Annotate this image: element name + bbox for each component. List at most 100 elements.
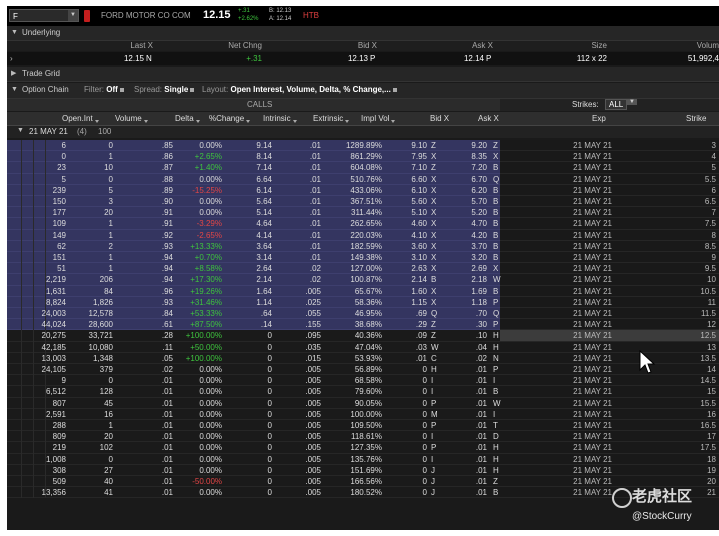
dropdown-icon[interactable] bbox=[190, 88, 195, 92]
bid-cell[interactable]: 0 bbox=[423, 375, 427, 386]
table-row[interactable]: 809 20.01 0.00% 0.005 118.61% 0 I .01 D 21 MAY 21… bbox=[7, 431, 719, 443]
chevron-down-icon[interactable]: ▼ bbox=[17, 127, 24, 134]
spread-control[interactable]: Spread: Single bbox=[134, 83, 195, 97]
ask-cell[interactable]: 1.69 bbox=[471, 286, 487, 297]
ask-cell[interactable]: .01 bbox=[476, 431, 487, 442]
bid-cell[interactable]: .29 bbox=[416, 319, 427, 330]
bid-cell[interactable]: 1.60 bbox=[411, 286, 427, 297]
ask-cell[interactable]: 2.18 bbox=[471, 274, 487, 285]
table-row[interactable]: 2,591 16.01 0.00% 0.005 100.00% 0 M .01 I 21 MAY … bbox=[7, 408, 719, 420]
ask-cell[interactable]: 9.20 bbox=[471, 140, 487, 151]
bid-cell[interactable]: 9.10 bbox=[411, 140, 427, 151]
chevron-right-icon[interactable]: ▶ bbox=[11, 67, 16, 81]
ask-cell[interactable]: .01 bbox=[476, 364, 487, 375]
filter-value[interactable]: Off bbox=[106, 85, 118, 94]
ask-cell[interactable]: .01 bbox=[476, 386, 487, 397]
col-strike[interactable]: Strike bbox=[686, 114, 706, 123]
table-row[interactable]: 1,631 84 .96 +19.26% 1.64 .005 65.67% 1.60 X 1.69… bbox=[7, 285, 719, 297]
col-expiration[interactable]: Exp bbox=[592, 114, 606, 123]
table-row[interactable]: 24,003 12,578 .84 +53.33% .64 .055 46.95% .69 Q.… bbox=[7, 308, 719, 320]
ask-cell[interactable]: .01 bbox=[476, 409, 487, 420]
ask-cell[interactable]: 5.70 bbox=[471, 196, 487, 207]
bid-cell[interactable]: 5.10 bbox=[411, 207, 427, 218]
col-percent-change[interactable]: %Change bbox=[209, 114, 251, 123]
table-row[interactable]: 2,219 206 .94 +17.30% 2.14 .02 100.87% 2.14 B 2.1… bbox=[7, 274, 719, 286]
table-row[interactable]: 62 2 .93 +13.33% 3.64 .01 182.59% 3.60 X 3.70 B 21 … bbox=[7, 240, 719, 252]
ask-cell[interactable]: 6.20 bbox=[471, 185, 487, 196]
bid-cell[interactable]: 0 bbox=[423, 398, 427, 409]
ask-cell[interactable]: 6.70 bbox=[471, 174, 487, 185]
bid-cell[interactable]: 0 bbox=[423, 364, 427, 375]
col-ask-x[interactable]: Ask X bbox=[478, 114, 499, 123]
table-row[interactable]: 1,008 0.01 0.00% 0.005 135.76% 0 I .01 H 21 MAY 2… bbox=[7, 453, 719, 465]
bid-cell[interactable]: 3.60 bbox=[411, 241, 427, 252]
table-row[interactable]: 149 1 .92 -2.65% 4.14 .01 220.03% 4.10 X 4.20 B 21 … bbox=[7, 229, 719, 241]
ask-cell[interactable]: .01 bbox=[476, 454, 487, 465]
col-extrinsic[interactable]: Extrinsic bbox=[313, 114, 350, 123]
ask-cell[interactable]: .01 bbox=[476, 442, 487, 453]
ask-cell[interactable]: 1.18 bbox=[471, 297, 487, 308]
spread-value[interactable]: Single bbox=[164, 85, 188, 94]
bid-cell[interactable]: 7.10 bbox=[411, 162, 427, 173]
bid-cell[interactable]: 5.60 bbox=[411, 196, 427, 207]
ask-cell[interactable]: .01 bbox=[476, 375, 487, 386]
bid-cell[interactable]: 2.63 bbox=[411, 263, 427, 274]
table-row[interactable]: 8,824 1,826 .93 +31.46% 1.14 .025 58.36% 1.15 X 1… bbox=[7, 296, 719, 308]
bid-cell[interactable]: 0 bbox=[423, 476, 427, 487]
table-row[interactable]: 177 20 .91 0.00% 5.14 .01 311.44% 5.10 X 5.20 B 21 … bbox=[7, 207, 719, 219]
ask-cell[interactable]: 2.69 bbox=[471, 263, 487, 274]
ask-cell[interactable]: 8.35 bbox=[471, 151, 487, 162]
ask-cell[interactable]: .01 bbox=[476, 487, 487, 498]
bid-cell[interactable]: 6.60 bbox=[411, 174, 427, 185]
ask-cell[interactable]: 4.20 bbox=[471, 230, 487, 241]
bid-cell[interactable]: 4.60 bbox=[411, 218, 427, 229]
table-row[interactable]: 0 1 .86 +2.65% 8.14 .01 861.29% 7.95 X 8.35 X 21 MA… bbox=[7, 151, 719, 163]
table-row[interactable]: 6 0 .85 0.00% 9.14 .01 1289.89% 9.10 Z 9.20 Z 21 MA… bbox=[7, 140, 719, 152]
table-row[interactable]: 151 1 .94 +0.70% 3.14 .01 149.38% 3.10 X 3.20 B 21 … bbox=[7, 252, 719, 264]
table-row[interactable]: 24,105 379.02 0.00% 0.005 56.89% 0 H .01 P 21 MAY… bbox=[7, 364, 719, 376]
table-row[interactable]: 807 45.01 0.00% 0.005 90.05% 0 P .01 W 21 MAY 21 1… bbox=[7, 397, 719, 409]
underlying-section-header[interactable]: ▼ Underlying bbox=[7, 26, 719, 41]
strikes-select[interactable]: ALL bbox=[605, 99, 628, 110]
table-row[interactable]: 219 102.01 0.00% 0.005 127.35% 0 P .01 H 21 MAY 2… bbox=[7, 442, 719, 454]
table-row[interactable]: 9 0.01 0.00% 0.005 68.58% 0 I .01 I 21 MAY 21 14.5 bbox=[7, 375, 719, 387]
col-intrinsic[interactable]: Intrinsic bbox=[263, 114, 297, 123]
col-open-interest[interactable]: Open.Int bbox=[62, 114, 99, 123]
bid-cell[interactable]: 6.10 bbox=[411, 185, 427, 196]
table-row[interactable]: 44,024 28,600 .61 +87.50% .14 .155 38.68% .29 Z.… bbox=[7, 319, 719, 331]
bid-cell[interactable]: .69 bbox=[416, 308, 427, 319]
bid-cell[interactable]: 0 bbox=[423, 454, 427, 465]
bid-cell[interactable]: 0 bbox=[423, 386, 427, 397]
bid-cell[interactable]: 0 bbox=[423, 465, 427, 476]
layout-value[interactable]: Open Interest, Volume, Delta, % Change,.… bbox=[230, 85, 390, 94]
ask-cell[interactable]: 4.70 bbox=[471, 218, 487, 229]
col-implied-volatility[interactable]: Impl Vol bbox=[361, 114, 396, 123]
ask-cell[interactable]: .04 bbox=[476, 342, 487, 353]
filter-control[interactable]: Filter: Off bbox=[84, 83, 124, 97]
dropdown-icon[interactable] bbox=[119, 88, 124, 92]
table-row[interactable]: 239 5 .89 -15.25% 6.14 .01 433.06% 6.10 X 6.20 B 21… bbox=[7, 184, 719, 196]
ask-cell[interactable]: 3.20 bbox=[471, 252, 487, 263]
table-row[interactable]: 5 0 .88 0.00% 6.64 .01 510.76% 6.60 X 6.70 Q 21 MAY… bbox=[7, 173, 719, 185]
chevron-down-icon[interactable]: ▼ bbox=[11, 26, 18, 40]
table-row[interactable]: 42,185 10,080 .11 +50.00% 0 .035 47.04% .03 W .04… bbox=[7, 341, 719, 353]
col-bid-x[interactable]: Bid X bbox=[430, 114, 449, 123]
ask-cell[interactable]: .01 bbox=[476, 398, 487, 409]
table-row[interactable]: 150 3 .90 0.00% 5.64 .01 367.51% 5.60 X 5.70 B 21 M… bbox=[7, 196, 719, 208]
flag-icon[interactable] bbox=[84, 10, 90, 22]
bid-cell[interactable]: 7.95 bbox=[411, 151, 427, 162]
ask-cell[interactable]: 3.70 bbox=[471, 241, 487, 252]
table-row[interactable]: 509 40.01 -50.00% 0.005 166.56% 0 J .01 Z 21 MAY … bbox=[7, 476, 719, 488]
bid-cell[interactable]: 1.15 bbox=[411, 297, 427, 308]
dropdown-icon[interactable] bbox=[392, 88, 397, 92]
layout-control[interactable]: Layout: Open Interest, Volume, Delta, % … bbox=[202, 83, 397, 97]
table-row[interactable]: 6,512 128.01 0.00% 0.005 79.60% 0 I .01 B 21 MAY … bbox=[7, 386, 719, 398]
ask-cell[interactable]: .01 bbox=[476, 465, 487, 476]
ask-cell[interactable]: .70 bbox=[476, 308, 487, 319]
bid-cell[interactable]: .09 bbox=[416, 330, 427, 341]
chevron-right-icon[interactable]: › bbox=[10, 54, 13, 63]
bid-cell[interactable]: 2.14 bbox=[411, 274, 427, 285]
bid-cell[interactable]: 0 bbox=[423, 409, 427, 420]
table-row[interactable]: 288 1.01 0.00% 0.005 109.50% 0 P .01 T 21 MAY 21 1… bbox=[7, 420, 719, 432]
ask-cell[interactable]: .01 bbox=[476, 420, 487, 431]
